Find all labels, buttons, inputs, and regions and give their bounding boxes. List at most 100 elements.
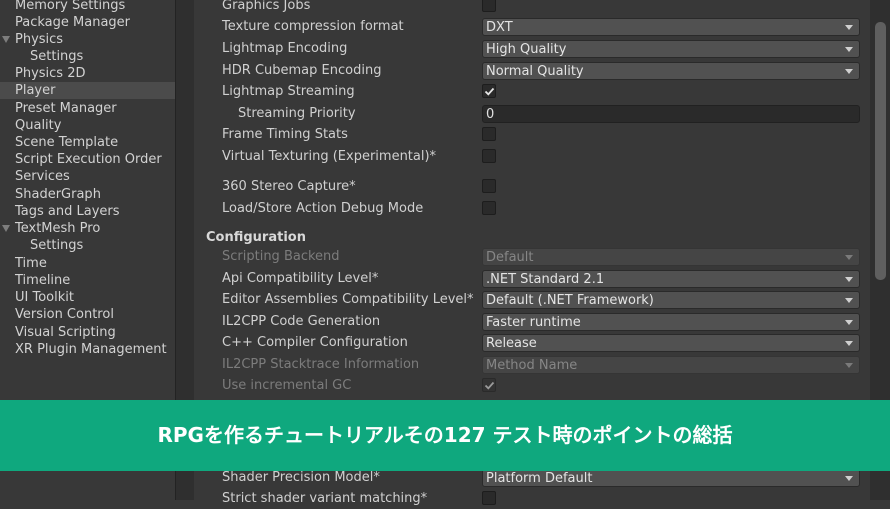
sidebar-item-label: Physics 2D — [15, 66, 86, 81]
sidebar-item-visual-scripting[interactable]: Visual Scripting — [0, 324, 175, 341]
incremental-gc-row: Use incremental GC — [194, 375, 870, 396]
dropdown-value: Platform Default — [486, 471, 593, 486]
banner-title: RPGを作るチュートリアルその127 テスト時のポイントの総括 — [157, 423, 733, 447]
lightmap-encoding-dropdown[interactable]: High Quality — [482, 40, 860, 58]
dropdown-value: Method Name — [486, 358, 578, 373]
configuration-section-title: Configuration — [206, 230, 306, 245]
setting-label: IL2CPP Code Generation — [222, 314, 381, 329]
setting-label: Api Compatibility Level* — [222, 271, 379, 286]
sidebar-item-label: Physics — [15, 32, 64, 47]
scrollbar-thumb[interactable] — [875, 22, 886, 280]
incremental-gc-checkbox — [482, 378, 496, 392]
editor-assemblies-dropdown[interactable]: Default (.NET Framework) — [482, 291, 860, 309]
expand-arrow-icon[interactable] — [2, 36, 10, 43]
sidebar-item-label: Memory Settings — [15, 0, 126, 13]
dropdown-value: Default (.NET Framework) — [486, 293, 654, 308]
chevron-down-icon — [845, 298, 853, 303]
chevron-down-icon — [845, 255, 853, 260]
dropdown-value: Faster runtime — [486, 315, 581, 330]
setting-label: Virtual Texturing (Experimental)* — [222, 149, 437, 164]
il2cpp-stacktrace-row: IL2CPP Stacktrace Information Method Nam… — [194, 354, 870, 375]
setting-label: Editor Assemblies Compatibility Level* — [222, 292, 474, 307]
dropdown-value: .NET Standard 2.1 — [486, 272, 605, 287]
il2cpp-stacktrace-dropdown: Method Name — [482, 356, 860, 374]
dropdown-value: Normal Quality — [486, 64, 584, 79]
sidebar-item-label: Package Manager — [15, 15, 131, 30]
sidebar-item-physics-settings[interactable]: Settings — [0, 48, 175, 65]
sidebar-item-xr-plugin-management[interactable]: XR Plugin Management — [0, 341, 175, 358]
texture-compression-dropdown[interactable]: DXT — [482, 18, 860, 36]
stereo-capture-checkbox[interactable] — [482, 179, 496, 193]
sidebar-item-label: Player — [15, 83, 56, 98]
chevron-down-icon — [845, 320, 853, 325]
graphics-jobs-row: Graphics Jobs — [194, 0, 870, 16]
sidebar-item-label: ShaderGraph — [15, 187, 101, 202]
setting-label: Load/Store Action Debug Mode — [222, 201, 424, 216]
lightmap-encoding-row: Lightmap Encoding High Quality — [194, 38, 870, 59]
sidebar-item-label: UI Toolkit — [15, 290, 74, 305]
sidebar-item-label: Scene Template — [15, 135, 119, 150]
il2cpp-codegen-dropdown[interactable]: Faster runtime — [482, 313, 860, 331]
virtual-texturing-checkbox[interactable] — [482, 149, 496, 163]
sidebar-item-memory-settings[interactable]: Memory Settings — [0, 0, 175, 14]
chevron-down-icon — [845, 476, 853, 481]
setting-label: Lightmap Streaming — [222, 84, 355, 99]
checkmark-icon — [484, 87, 495, 96]
sidebar-item-quality[interactable]: Quality — [0, 117, 175, 134]
sidebar-item-label: Tags and Layers — [15, 204, 120, 219]
setting-label: Use incremental GC — [222, 378, 352, 393]
dropdown-value: DXT — [486, 20, 513, 35]
streaming-priority-row: Streaming Priority 0 — [194, 103, 870, 124]
sidebar-item-label: Time — [15, 256, 47, 271]
sidebar-item-label: Timeline — [15, 273, 71, 288]
sidebar-item-preset-manager[interactable]: Preset Manager — [0, 100, 175, 117]
sidebar-item-label: XR Plugin Management — [15, 342, 167, 357]
sidebar-item-label: Settings — [30, 238, 84, 253]
lightmap-streaming-row: Lightmap Streaming — [194, 81, 870, 102]
sidebar-item-script-execution-order[interactable]: Script Execution Order — [0, 151, 175, 168]
checkmark-icon — [484, 381, 495, 390]
api-compatibility-row: Api Compatibility Level* .NET Standard 2… — [194, 268, 870, 289]
sidebar-item-label: Preset Manager — [15, 101, 117, 116]
sidebar-item-label: Settings — [30, 49, 84, 64]
cpp-compiler-row: C++ Compiler Configuration Release — [194, 332, 870, 353]
sidebar-item-services[interactable]: Services — [0, 168, 175, 185]
dropdown-value: High Quality — [486, 42, 567, 57]
frame-timing-stats-row: Frame Timing Stats — [194, 124, 870, 145]
sidebar-item-label: Quality — [15, 118, 62, 133]
shader-precision-dropdown[interactable]: Platform Default — [482, 469, 860, 487]
sidebar-item-textmesh-pro[interactable]: TextMesh Pro — [0, 220, 175, 237]
sidebar-item-time[interactable]: Time — [0, 255, 175, 272]
sidebar-item-textmesh-settings[interactable]: Settings — [0, 237, 175, 254]
il2cpp-codegen-row: IL2CPP Code Generation Faster runtime — [194, 311, 870, 332]
sidebar-item-version-control[interactable]: Version Control — [0, 306, 175, 323]
strict-shader-row: Strict shader variant matching* — [194, 488, 870, 509]
dropdown-value: Release — [486, 336, 537, 351]
expand-arrow-icon[interactable] — [2, 225, 10, 232]
sidebar-item-timeline[interactable]: Timeline — [0, 272, 175, 289]
streaming-priority-input[interactable]: 0 — [482, 105, 860, 123]
sidebar-item-player[interactable]: Player — [0, 82, 175, 100]
chevron-down-icon — [845, 25, 853, 30]
sidebar-item-physics[interactable]: Physics — [0, 31, 175, 48]
sidebar-item-shadergraph[interactable]: ShaderGraph — [0, 186, 175, 203]
strict-shader-checkbox[interactable] — [482, 491, 496, 505]
chevron-down-icon — [845, 47, 853, 52]
cpp-compiler-dropdown[interactable]: Release — [482, 334, 860, 352]
sidebar-item-physics-2d[interactable]: Physics 2D — [0, 65, 175, 82]
sidebar-item-label: Script Execution Order — [15, 152, 162, 167]
hdr-cubemap-encoding-dropdown[interactable]: Normal Quality — [482, 62, 860, 80]
sidebar-item-ui-toolkit[interactable]: UI Toolkit — [0, 289, 175, 306]
lightmap-streaming-checkbox[interactable] — [482, 84, 496, 98]
graphics-jobs-checkbox[interactable] — [482, 0, 496, 12]
chevron-down-icon — [845, 363, 853, 368]
virtual-texturing-row: Virtual Texturing (Experimental)* — [194, 146, 870, 167]
sidebar-item-tags-and-layers[interactable]: Tags and Layers — [0, 203, 175, 220]
sidebar-item-scene-template[interactable]: Scene Template — [0, 134, 175, 151]
sidebar-item-package-manager[interactable]: Package Manager — [0, 14, 175, 31]
frame-timing-stats-checkbox[interactable] — [482, 127, 496, 141]
load-store-debug-checkbox[interactable] — [482, 201, 496, 215]
api-compatibility-dropdown[interactable]: .NET Standard 2.1 — [482, 270, 860, 288]
setting-label: HDR Cubemap Encoding — [222, 63, 382, 78]
setting-label: Strict shader variant matching* — [222, 491, 428, 506]
